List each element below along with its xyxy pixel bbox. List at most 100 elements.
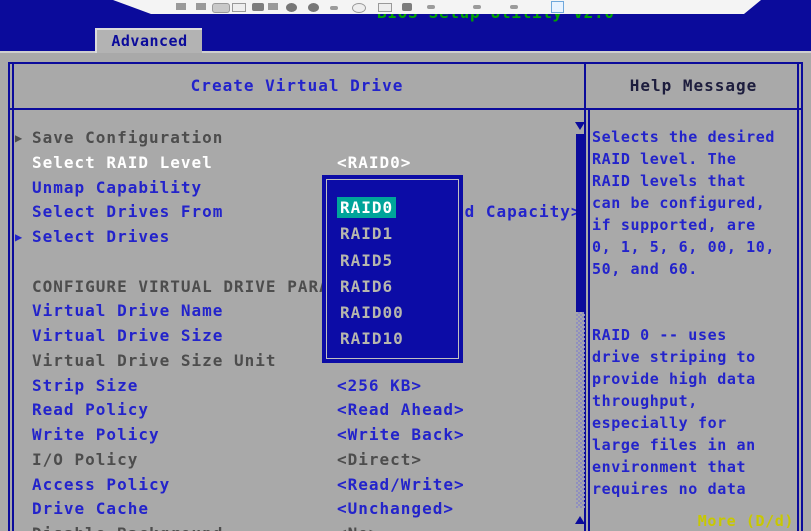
dropdown-border: RAID0 RAID1 RAID5 RAID6 RAID00 RAID10 — [326, 179, 459, 359]
rounded-rect-icon[interactable] — [212, 3, 230, 13]
scrollbar-thumb[interactable] — [576, 134, 585, 312]
menu-item[interactable]: Select RAID Level <RAID0> — [10, 151, 584, 176]
menu-item[interactable]: CONFIGURE VIRTUAL DRIVE PARAMETERS: — [10, 275, 584, 300]
menu-item[interactable]: ▶ Select Drives — [10, 225, 584, 250]
dark-square-icon[interactable] — [402, 3, 412, 11]
menu-item[interactable]: Virtual Drive Size — [10, 324, 584, 349]
help-text-line: can be configured, — [592, 192, 797, 214]
menu-item-value: <Read/Write> — [337, 473, 465, 498]
help-text-line: RAID 0 -- uses — [592, 324, 797, 346]
menu-item-value: <No> — [337, 522, 380, 531]
divider — [588, 110, 590, 531]
menu-item[interactable]: I/O Policy <Direct> — [10, 448, 584, 473]
menu-item-label: Save Configuration — [32, 128, 223, 147]
dark-rect-icon[interactable] — [252, 3, 264, 11]
help-more-label: More (D/d) — [698, 512, 794, 530]
dropdown-option[interactable]: RAID10 — [340, 326, 458, 352]
square-icon[interactable] — [176, 3, 186, 10]
help-text-line: RAID levels that — [592, 170, 797, 192]
help-text-line — [592, 302, 797, 324]
triangle-up-icon[interactable] — [575, 516, 585, 524]
help-text-line: provide high data — [592, 368, 797, 390]
menu-item[interactable]: Access Policy <Read/Write> — [10, 473, 584, 498]
page-title: Create Virtual Drive — [10, 64, 586, 110]
menu-item-label: Virtual Drive Size Unit — [32, 351, 277, 370]
small-square-icon[interactable] — [268, 3, 278, 10]
kvm-toolbar — [113, 0, 761, 14]
menu-item[interactable]: Unmap Capability — [10, 176, 584, 201]
menu-item-value: <256 KB> — [337, 374, 422, 399]
raid-level-dropdown: RAID0 RAID1 RAID5 RAID6 RAID00 RAID10 — [322, 175, 463, 363]
triangle-down-icon[interactable] — [575, 122, 585, 130]
menu-item[interactable]: Read Policy <Read Ahead> — [10, 398, 584, 423]
dropdown-option-label: RAID10 — [340, 329, 404, 348]
menu-item[interactable]: Virtual Drive Size Unit — [10, 349, 584, 374]
submenu-arrow-icon: ▶ — [15, 225, 31, 250]
help-text-line: drive striping to — [592, 346, 797, 368]
panel-header-row: Create Virtual Drive Help Message — [10, 64, 801, 110]
help-text: Selects the desiredRAID level. TheRAID l… — [586, 110, 801, 500]
dropdown-option[interactable]: RAID5 — [340, 248, 458, 274]
dropdown-option-label: RAID5 — [340, 251, 393, 270]
menu-item-label: I/O Policy — [32, 450, 138, 469]
dropdown-option-label: RAID6 — [340, 277, 393, 296]
dropdown-option[interactable]: RAID00 — [340, 300, 458, 326]
circle-icon[interactable] — [286, 3, 297, 12]
menu-item[interactable]: Virtual Drive Name — [10, 299, 584, 324]
menu-item[interactable]: Drive Cache <Unchanged> — [10, 497, 584, 522]
circle-icon[interactable] — [308, 3, 319, 12]
dot-icon[interactable] — [510, 5, 518, 9]
square-icon[interactable] — [196, 3, 206, 10]
dropdown-option-label: RAID00 — [340, 303, 404, 322]
menu-item[interactable]: Select Drives From <Unconfigured Capacit… — [10, 200, 584, 225]
menu-item-label: Access Policy — [32, 475, 170, 494]
window-outline-icon[interactable] — [232, 3, 246, 12]
menu-item-label: Select RAID Level — [32, 153, 213, 172]
dropdown-option[interactable]: RAID6 — [340, 274, 458, 300]
menu-item-label: Read Policy — [32, 400, 149, 419]
menu-item[interactable]: ▶ Save Configuration — [10, 126, 584, 151]
menu-item[interactable]: Disable Background <No> — [10, 522, 584, 531]
menu-item-label: Select Drives From — [32, 202, 223, 221]
help-text-line: throughput, — [592, 390, 797, 412]
help-text-line — [592, 280, 797, 302]
settings-list: ▶ Save Configuration Select RAID Level <… — [10, 126, 584, 531]
menu-item-label: Virtual Drive Size — [32, 326, 223, 345]
menu-item-label: Drive Cache — [32, 499, 149, 518]
dropdown-option-label: RAID1 — [340, 224, 393, 243]
help-text-line: environment that — [592, 456, 797, 478]
bios-screen: BIOS Setup Utility v2.0 Advanced Create … — [0, 0, 811, 531]
blue-square-icon[interactable] — [551, 1, 564, 13]
help-text-line: requires no data — [592, 478, 797, 500]
menu-item-label: Strip Size — [32, 376, 138, 395]
scrollbar-track[interactable] — [576, 312, 585, 508]
help-text-line: 0, 1, 5, 6, 00, 10, — [592, 236, 797, 258]
help-panel: Selects the desiredRAID level. TheRAID l… — [586, 110, 801, 531]
tilde-icon[interactable] — [330, 6, 338, 10]
dot-icon[interactable] — [427, 5, 435, 9]
help-text-line: Selects the desired — [592, 126, 797, 148]
scrollbar[interactable] — [575, 122, 586, 531]
help-text-line: large files in an — [592, 434, 797, 456]
menu-item-label: Virtual Drive Name — [32, 301, 223, 320]
oval-outline-icon[interactable] — [352, 3, 366, 13]
tab-advanced[interactable]: Advanced — [95, 28, 202, 53]
rect-outline-icon[interactable] — [378, 3, 392, 12]
menu-item-value: <Unchanged> — [337, 497, 454, 522]
menu-item[interactable]: Strip Size <256 KB> — [10, 374, 584, 399]
help-text-line: especially for — [592, 412, 797, 434]
help-panel-title: Help Message — [586, 64, 801, 110]
menu-item-label: Unmap Capability — [32, 178, 202, 197]
dropdown-options: RAID0 RAID1 RAID5 RAID6 RAID00 RAID10 — [327, 180, 458, 353]
dropdown-option-label: RAID0 — [337, 197, 396, 218]
dropdown-option[interactable]: RAID0 — [340, 195, 458, 221]
submenu-arrow-icon: ▶ — [15, 126, 31, 151]
menu-item-label: Write Policy — [32, 425, 160, 444]
menu-item-value: <Write Back> — [337, 423, 465, 448]
menu-item-label: Select Drives — [32, 227, 170, 246]
menu-item[interactable]: Write Policy <Write Back> — [10, 423, 584, 448]
dot-icon[interactable] — [473, 5, 481, 9]
help-text-line: RAID level. The — [592, 148, 797, 170]
dropdown-option[interactable]: RAID1 — [340, 221, 458, 247]
help-text-line: if supported, are — [592, 214, 797, 236]
